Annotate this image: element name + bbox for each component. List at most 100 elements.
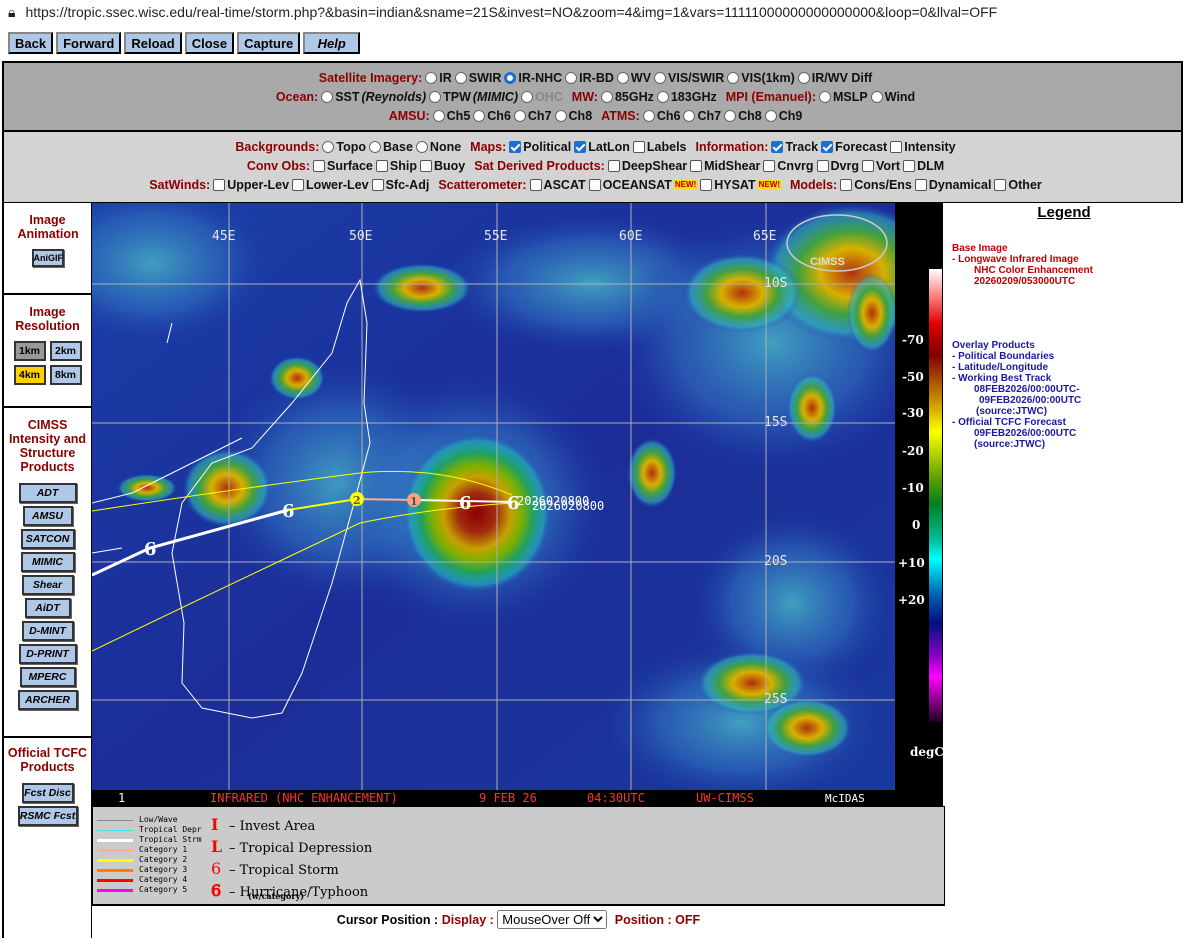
- option-tpw[interactable]: TPW (MIMIC): [429, 90, 518, 104]
- product-button-shear[interactable]: Shear: [21, 575, 74, 595]
- option-track[interactable]: Track: [771, 140, 818, 154]
- option-ch8[interactable]: Ch8: [554, 109, 592, 123]
- close-button[interactable]: Close: [184, 32, 235, 54]
- mouseover-select[interactable]: MouseOver Off: [497, 910, 608, 929]
- radio-button[interactable]: [504, 71, 517, 84]
- checkbox[interactable]: [914, 178, 927, 191]
- radio-button[interactable]: [764, 109, 777, 122]
- checkbox[interactable]: [771, 140, 784, 153]
- res-8km-button[interactable]: 8km: [49, 365, 82, 385]
- checkbox[interactable]: [840, 178, 853, 191]
- radio-button[interactable]: [565, 71, 578, 84]
- product-button-satcon[interactable]: SATCON: [20, 529, 75, 549]
- option-latlon[interactable]: LatLon: [574, 140, 630, 154]
- option-lower-lev[interactable]: Lower-Lev: [292, 178, 369, 192]
- ir-satellite-map[interactable]: 45E 50E 55E 60E 65E 10S 15S 20S 25S 6 6 …: [32, 183, 942, 806]
- checkbox[interactable]: [607, 159, 620, 172]
- radio-button[interactable]: [554, 109, 567, 122]
- checkbox[interactable]: [371, 178, 384, 191]
- option-sst[interactable]: SST (Reynolds): [321, 90, 426, 104]
- option-labels[interactable]: Labels: [632, 140, 687, 154]
- option-ascat[interactable]: ASCAT: [529, 178, 586, 192]
- checkbox[interactable]: [903, 159, 916, 172]
- product-button-archer[interactable]: ARCHER: [17, 690, 78, 710]
- address-bar[interactable]: 🔒︎ https://tropic.ssec.wisc.edu/real-tim…: [0, 0, 1185, 24]
- option-ir-bd[interactable]: IR-BD: [565, 71, 614, 85]
- option-sfc-adj[interactable]: Sfc-Adj: [371, 178, 429, 192]
- radio-button[interactable]: [819, 90, 832, 103]
- checkbox[interactable]: [700, 178, 713, 191]
- url-text[interactable]: https://tropic.ssec.wisc.edu/real-time/s…: [25, 4, 997, 20]
- checkbox[interactable]: [375, 159, 388, 172]
- checkbox[interactable]: [890, 140, 903, 153]
- product-button-adt[interactable]: ADT: [18, 483, 77, 503]
- radio-button[interactable]: [415, 140, 428, 153]
- option-dvrg[interactable]: Dvrg: [816, 159, 859, 173]
- option-intensity[interactable]: Intensity: [890, 140, 956, 154]
- option-vis-swir[interactable]: VIS/SWIR: [654, 71, 724, 85]
- checkbox[interactable]: [690, 159, 703, 172]
- radio-button[interactable]: [654, 71, 667, 84]
- radio-button[interactable]: [600, 90, 613, 103]
- res-2km-button[interactable]: 2km: [49, 341, 82, 361]
- res-1km-button[interactable]: 1km: [13, 341, 46, 361]
- option-vort[interactable]: Vort: [862, 159, 900, 173]
- option-other[interactable]: Other: [994, 178, 1042, 192]
- option-hysat[interactable]: HYSAT NEW!: [700, 178, 781, 192]
- option-ir-wv-diff[interactable]: IR/WV Diff: [797, 71, 872, 85]
- radio-button[interactable]: [724, 109, 737, 122]
- checkbox[interactable]: [821, 140, 834, 153]
- radio-button[interactable]: [473, 109, 486, 122]
- radio-button[interactable]: [656, 90, 669, 103]
- checkbox[interactable]: [632, 140, 645, 153]
- radio-button[interactable]: [513, 109, 526, 122]
- checkbox[interactable]: [763, 159, 776, 172]
- option-midshear[interactable]: MidShear: [690, 159, 760, 173]
- help-button[interactable]: Help: [303, 32, 361, 54]
- anigif-button[interactable]: AniGIF: [31, 249, 64, 267]
- product-button-d-mint[interactable]: D-MINT: [21, 621, 74, 641]
- option-surface[interactable]: Surface: [313, 159, 373, 173]
- option-none[interactable]: None: [415, 140, 461, 154]
- checkbox[interactable]: [994, 178, 1007, 191]
- option-ch6[interactable]: Ch6: [473, 109, 511, 123]
- checkbox[interactable]: [419, 159, 432, 172]
- option-ch5[interactable]: Ch5: [432, 109, 470, 123]
- option-wind[interactable]: Wind: [870, 90, 915, 104]
- option-buoy[interactable]: Buoy: [419, 159, 465, 173]
- option-dlm[interactable]: DLM: [903, 159, 944, 173]
- capture-button[interactable]: Capture: [237, 32, 301, 54]
- option-cnvrg[interactable]: Cnvrg: [763, 159, 814, 173]
- radio-button[interactable]: [369, 140, 382, 153]
- option-ch7[interactable]: Ch7: [683, 109, 721, 123]
- radio-button[interactable]: [727, 71, 740, 84]
- radio-button[interactable]: [797, 71, 810, 84]
- tcfc-button-rsmc-fcst[interactable]: RSMC Fcst: [17, 806, 78, 826]
- product-button-aidt[interactable]: AiDT: [24, 598, 71, 618]
- option-183ghz[interactable]: 183GHz: [656, 90, 717, 104]
- option-85ghz[interactable]: 85GHz: [600, 90, 654, 104]
- option-ch9[interactable]: Ch9: [764, 109, 802, 123]
- option-ir[interactable]: IR: [425, 71, 452, 85]
- option-dynamical[interactable]: Dynamical: [914, 178, 991, 192]
- res-4km-button[interactable]: 4km: [13, 365, 46, 385]
- radio-button[interactable]: [521, 90, 534, 103]
- option-upper-lev[interactable]: Upper-Lev: [213, 178, 289, 192]
- radio-button[interactable]: [870, 90, 883, 103]
- option-ohc[interactable]: OHC: [521, 90, 563, 104]
- option-vis-1km[interactable]: VIS(1km): [727, 71, 795, 85]
- radio-button[interactable]: [429, 90, 442, 103]
- radio-button[interactable]: [454, 71, 467, 84]
- radio-button[interactable]: [683, 109, 696, 122]
- option-ship[interactable]: Ship: [375, 159, 417, 173]
- radio-button[interactable]: [616, 71, 629, 84]
- option-ch6[interactable]: Ch6: [642, 109, 680, 123]
- checkbox[interactable]: [292, 178, 305, 191]
- checkbox[interactable]: [574, 140, 587, 153]
- checkbox[interactable]: [816, 159, 829, 172]
- option-cons-ens[interactable]: Cons/Ens: [840, 178, 912, 192]
- tcfc-button-fcst-disc[interactable]: Fcst Disc: [21, 783, 74, 803]
- radio-button[interactable]: [322, 140, 335, 153]
- option-wv[interactable]: WV: [616, 71, 651, 85]
- option-political[interactable]: Political: [509, 140, 571, 154]
